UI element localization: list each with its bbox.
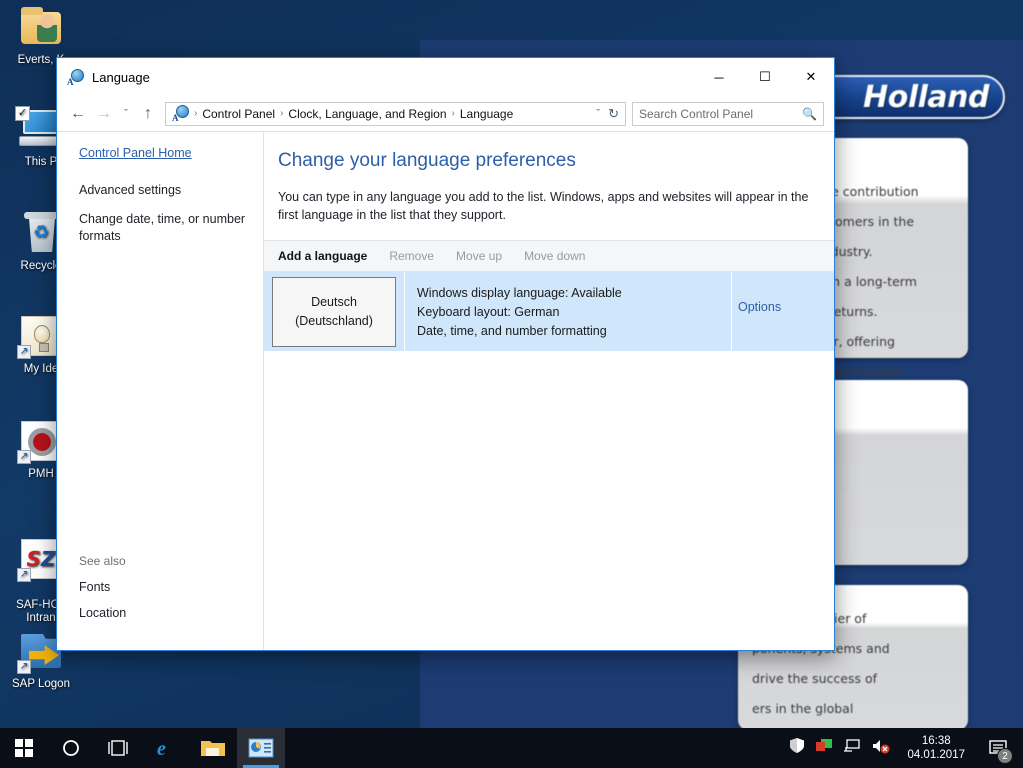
language-name-line1: Deutsch — [311, 294, 357, 309]
taskbar-app-edge[interactable]: e — [141, 728, 189, 768]
add-a-language-button[interactable]: Add a language — [278, 249, 367, 263]
svg-text:e: e — [157, 738, 166, 760]
content-header: Change your language preferences You can… — [264, 132, 834, 240]
breadcrumb-dropdown-icon[interactable]: ˇ — [596, 108, 600, 120]
up-button[interactable]: ↑ — [135, 101, 161, 127]
minimize-button[interactable]: ─ — [696, 58, 742, 96]
language-list-empty-area — [264, 352, 834, 650]
taskbar-app-file-explorer[interactable] — [189, 728, 237, 768]
language-details-cell: Windows display language: Available Keyb… — [404, 272, 731, 351]
address-bar[interactable]: ← → ˇ ↑ A › Control Panel › Clock, Langu… — [57, 96, 834, 131]
refresh-icon[interactable]: ↻ — [608, 106, 619, 122]
cortana-circle-icon[interactable] — [47, 728, 94, 768]
language-list[interactable]: Deutsch (Deutschland) Windows display la… — [264, 272, 834, 650]
language-name-cell: Deutsch (Deutschland) — [264, 272, 404, 351]
language-options-cell[interactable]: Options — [731, 272, 834, 351]
breadcrumb-item-clock-language-region[interactable]: Clock, Language, and Region — [284, 107, 450, 121]
advanced-settings-link[interactable]: Advanced settings — [79, 182, 263, 199]
shortcut-arrow-icon: ↗ — [17, 345, 31, 359]
taskbar-app-control-panel[interactable] — [237, 728, 285, 768]
language-name-box: Deutsch (Deutschland) — [272, 276, 396, 347]
search-icon[interactable]: 🔍 — [802, 107, 817, 121]
language-row-deutsch[interactable]: Deutsch (Deutschland) Windows display la… — [264, 272, 834, 352]
date-time-number-formatting-status: Date, time, and number formatting — [417, 324, 607, 338]
page-description: You can type in any language you add to … — [278, 190, 809, 222]
shield-icon[interactable] — [789, 737, 805, 759]
clock-date: 04.01.2017 — [907, 749, 965, 761]
back-button[interactable]: ← — [65, 101, 91, 127]
language-globe-icon: A — [67, 68, 84, 87]
bg-card-line: drive the success of — [752, 671, 878, 686]
control-panel-icon — [248, 738, 274, 758]
move-down-button[interactable]: Move down — [524, 249, 585, 263]
see-also-section: See also Fonts Location — [79, 554, 263, 650]
shortcut-arrow-icon: ↗ — [17, 568, 31, 582]
language-name-line2: (Deutschland) — [295, 313, 373, 328]
maximize-button[interactable]: ☐ — [742, 58, 788, 96]
search-placeholder: Search Control Panel — [639, 106, 754, 121]
taskbar[interactable]: e 16:38 04.01.2017 2 — [0, 728, 1023, 768]
move-up-button[interactable]: Move up — [456, 249, 502, 263]
desktop[interactable]: Holland se atest possible contribution o… — [0, 0, 1023, 768]
display-language-status: Windows display language: Available — [417, 286, 622, 300]
desktop-icon-label: SAP Logon — [12, 678, 70, 690]
left-navigation-pane[interactable]: Control Panel Home Advanced settings Cha… — [57, 132, 264, 650]
action-center-icon[interactable]: 2 — [981, 728, 1015, 768]
language-globe-icon: A — [172, 105, 189, 123]
breadcrumb-item-language[interactable]: Language — [456, 107, 517, 121]
recent-locations-button[interactable]: ˇ — [117, 101, 135, 127]
page-title: Change your language preferences — [278, 150, 576, 171]
main-content-pane: Change your language preferences You can… — [264, 132, 834, 650]
window-body: Control Panel Home Advanced settings Cha… — [57, 131, 834, 650]
clock-time: 16:38 — [921, 735, 951, 747]
keyboard-layout-status: Keyboard layout: German — [417, 305, 560, 319]
remove-button[interactable]: Remove — [389, 249, 434, 263]
display-icon[interactable] — [815, 738, 833, 759]
options-link[interactable]: Options — [738, 300, 781, 314]
window-titlebar[interactable]: A Language ─ ☐ ✕ — [57, 58, 834, 96]
breadcrumb[interactable]: A › Control Panel › Clock, Language, and… — [165, 101, 626, 126]
speaker-muted-icon[interactable] — [871, 738, 891, 759]
start-icon[interactable] — [0, 728, 47, 768]
edge-icon: e — [157, 738, 166, 760]
close-button[interactable]: ✕ — [788, 58, 834, 96]
change-date-time-number-formats-link[interactable]: Change date, time, or number formats — [79, 211, 263, 245]
search-input[interactable]: Search Control Panel 🔍 — [632, 101, 824, 126]
system-tray[interactable]: 16:38 04.01.2017 2 — [789, 728, 1023, 768]
fonts-link[interactable]: Fonts — [79, 580, 263, 594]
task-view-icon[interactable] — [94, 728, 141, 768]
folder-user-icon — [17, 6, 65, 50]
forward-button[interactable]: → — [91, 101, 117, 127]
network-icon[interactable] — [843, 738, 861, 759]
location-link[interactable]: Location — [79, 606, 263, 620]
shortcut-arrow-icon: ↗ — [17, 660, 31, 674]
notification-count-badge: 2 — [997, 748, 1013, 764]
breadcrumb-item-control-panel[interactable]: Control Panel — [198, 107, 279, 121]
shortcut-arrow-icon: ↗ — [17, 450, 31, 464]
window-controls[interactable]: ─ ☐ ✕ — [696, 58, 834, 96]
see-also-title: See also — [79, 554, 126, 568]
logo-text: Holland — [863, 79, 989, 115]
command-bar[interactable]: Add a language Remove Move up Move down — [264, 240, 834, 272]
clock[interactable]: 16:38 04.01.2017 — [901, 734, 971, 762]
language-control-panel-window[interactable]: A Language ─ ☐ ✕ ← → ˇ ↑ A › Control Pan… — [56, 57, 835, 651]
folder-icon — [201, 741, 225, 756]
bg-card-line: ers in the global — [752, 701, 854, 716]
control-panel-home-link[interactable]: Control Panel Home — [79, 146, 263, 160]
window-title: Language — [92, 69, 150, 85]
